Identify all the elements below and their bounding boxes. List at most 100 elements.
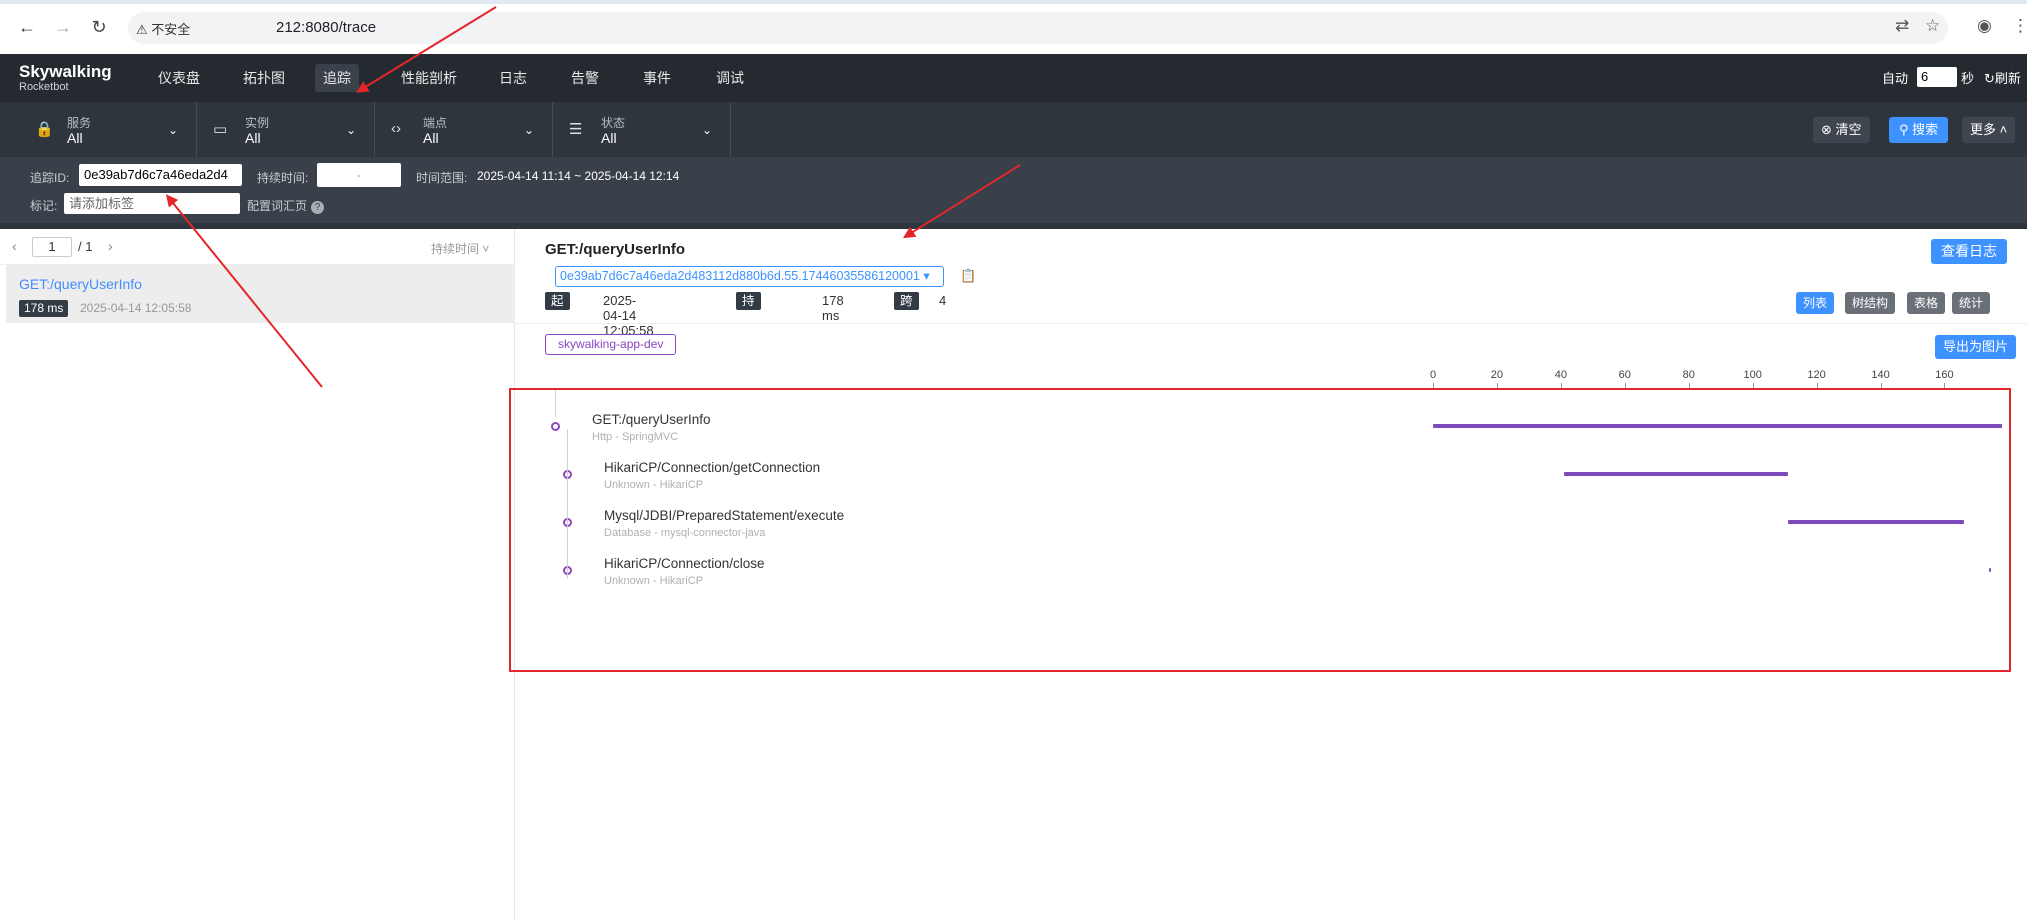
browser-tab-strip — [0, 0, 2027, 4]
axis-tick-label: 160 — [1935, 369, 1954, 381]
span-row[interactable]: Mysql/JDBI/PreparedStatement/execute Data… — [515, 508, 2027, 554]
page-title: GET:/queryUserInfo — [545, 241, 686, 258]
tree-connector — [567, 429, 568, 579]
sort-select[interactable]: 持续时间 ˅ — [431, 240, 489, 257]
menu-item-0[interactable]: 仪表盘 — [150, 64, 208, 92]
profile-icon[interactable]: ◉ — [1977, 16, 1992, 36]
duration-input[interactable]: - — [317, 163, 401, 187]
time-range-value[interactable]: 2025-04-14 11:14 ~ 2025-04-14 12:14 — [477, 169, 679, 183]
filter-value: All — [245, 130, 261, 146]
span-duration-bar[interactable] — [1989, 568, 1992, 572]
refresh-interval-input[interactable]: 6 — [1917, 67, 1957, 87]
service-tag[interactable]: skywalking-app-dev — [545, 334, 677, 355]
span-component: Database - mysql-connector-java — [604, 527, 766, 539]
span-row[interactable]: GET:/queryUserInfo Http - SpringMVC — [515, 412, 2027, 458]
duration-badge: 持续时间 — [736, 292, 761, 362]
menu-item-1[interactable]: 拓扑图 — [235, 64, 293, 92]
axis-tick-label: 40 — [1554, 369, 1567, 381]
filter-select-3[interactable]: ☰ 状态 All ⌄ — [553, 102, 731, 157]
page-number-input[interactable]: 1 — [32, 237, 72, 257]
insecure-warning[interactable]: ⚠ 不安全 — [136, 19, 190, 38]
span-node-icon[interactable] — [551, 422, 560, 431]
view-tab-2[interactable]: 表格 — [1907, 292, 1946, 314]
axis-tick-mark — [1880, 383, 1882, 388]
database-icon: ☰ — [569, 121, 583, 138]
span-name[interactable]: GET:/queryUserInfo — [592, 412, 711, 427]
trace-id-select[interactable]: 0e39ab7d6c7a46eda2d483112d880b6d.55.1744… — [555, 266, 944, 287]
chevron-down-icon: ˅ — [482, 242, 490, 256]
chevron-down-icon: ⌄ — [345, 123, 356, 137]
trace-id-input[interactable]: 0e39ab7d6c7a46eda2d4 — [79, 164, 242, 186]
duration-label: 持续时间: — [257, 171, 309, 185]
search-button[interactable]: ⚲ 搜索 — [1889, 117, 1949, 143]
span-name[interactable]: HikariCP/Connection/close — [604, 556, 765, 571]
view-tab-3[interactable]: 统计 — [1952, 292, 1991, 314]
filter-value: All — [67, 130, 83, 146]
reload-icon[interactable]: ↻ — [88, 16, 110, 38]
axis-tick-mark — [1752, 383, 1754, 388]
span-name[interactable]: Mysql/JDBI/PreparedStatement/execute — [604, 508, 844, 523]
view-tab-0[interactable]: 列表 — [1796, 292, 1835, 314]
duration-value: 178 ms — [822, 293, 844, 323]
tree-connector — [555, 389, 556, 417]
span-name[interactable]: HikariCP/Connection/getConnection — [604, 460, 820, 475]
span-row[interactable]: HikariCP/Connection/getConnection Unknown… — [515, 460, 2027, 506]
chevron-up-icon: ˄ — [1999, 122, 2008, 137]
forward-icon[interactable]: → — [52, 16, 74, 38]
axis-tick-label: 80 — [1682, 369, 1695, 381]
axis-tick-mark — [1433, 383, 1434, 388]
menu-item-4[interactable]: 日志 — [491, 64, 535, 92]
trace-endpoint[interactable]: GET:/queryUserInfo — [19, 276, 142, 292]
tag-vocab-link[interactable]: 配置词汇页? — [247, 197, 325, 214]
start-value: 2025-04-14 12:05:58 — [603, 293, 654, 338]
tag-input[interactable]: 请添加标签 — [64, 193, 240, 214]
filter-select-1[interactable]: ▭ 实例 All ⌄ — [197, 102, 375, 157]
span-count-value: 4 — [939, 293, 947, 308]
filter-label: 服务 — [67, 116, 92, 130]
menu-item-3[interactable]: 性能剖析 — [393, 64, 465, 92]
copy-icon[interactable]: 📋 — [960, 268, 976, 284]
clear-button[interactable]: ⊗ 清空 — [1813, 117, 1870, 143]
view-tab-1[interactable]: 树结构 — [1845, 292, 1896, 314]
trace-time: 2025-04-14 12:05:58 — [80, 301, 192, 315]
menu-item-7[interactable]: 调试 — [708, 64, 752, 92]
start-badge: 起始点 — [545, 292, 570, 344]
prev-page-icon[interactable]: ‹ — [12, 238, 17, 254]
axis-tick-mark — [1944, 383, 1946, 388]
menu-item-5[interactable]: 告警 — [563, 64, 607, 92]
axis-tick-label: 0 — [1429, 369, 1437, 381]
browser-menu-icon[interactable]: ⋮ — [2012, 16, 2027, 36]
help-icon[interactable]: ? — [311, 201, 325, 214]
monitor-icon: ▭ — [213, 121, 228, 138]
filter-value: All — [601, 130, 617, 146]
span-component: Unknown - HikariCP — [604, 575, 704, 587]
span-duration-bar[interactable] — [1564, 472, 1788, 476]
next-page-icon[interactable]: › — [108, 238, 113, 254]
browser-toolbar: ← → ↻ ⚠ 不安全 212:8080/trace ⇄ ☆ ◉ ⋮ — [0, 0, 2027, 54]
logo[interactable]: Skywalking Rocketbot — [19, 62, 112, 93]
back-icon[interactable]: ← — [16, 16, 38, 38]
more-button[interactable]: 更多 ˄ — [1962, 117, 2016, 143]
tag-label: 标记: — [30, 199, 58, 213]
list-item[interactable]: GET:/queryUserInfo 178 ms 2025-04-14 12:… — [6, 265, 515, 323]
menu-item-6[interactable]: 事件 — [635, 64, 679, 92]
filter-select-2[interactable]: ‹› 端点 All ⌄ — [375, 102, 553, 157]
view-log-button[interactable]: 查看日志 — [1931, 239, 2007, 264]
pagination: ‹ 1 / 1 › 持续时间 ˅ — [0, 229, 515, 265]
axis-tick-mark — [1624, 383, 1626, 388]
page-total: / 1 — [78, 239, 93, 254]
filter-select-0[interactable]: 🔒 服务 All ⌄ — [19, 102, 197, 157]
span-duration-bar[interactable] — [1433, 424, 2002, 428]
span-row[interactable]: HikariCP/Connection/close Unknown - Hikar… — [515, 556, 2027, 602]
axis-tick-mark — [1688, 383, 1690, 388]
translate-icon[interactable]: ⇄ — [1895, 16, 1909, 36]
url-text: 212:8080/trace — [276, 19, 377, 36]
axis-tick-label: 60 — [1618, 369, 1631, 381]
address-bar[interactable]: ⚠ 不安全 212:8080/trace — [128, 12, 1948, 44]
bookmark-star-icon[interactable]: ☆ — [1925, 16, 1940, 36]
refresh-button[interactable]: ↻刷新 — [1984, 68, 2021, 87]
export-image-button[interactable]: 导出为图片 — [1935, 335, 2017, 359]
axis-tick-mark — [1496, 383, 1498, 388]
span-component: Unknown - HikariCP — [604, 479, 704, 491]
span-duration-bar[interactable] — [1787, 520, 1964, 524]
